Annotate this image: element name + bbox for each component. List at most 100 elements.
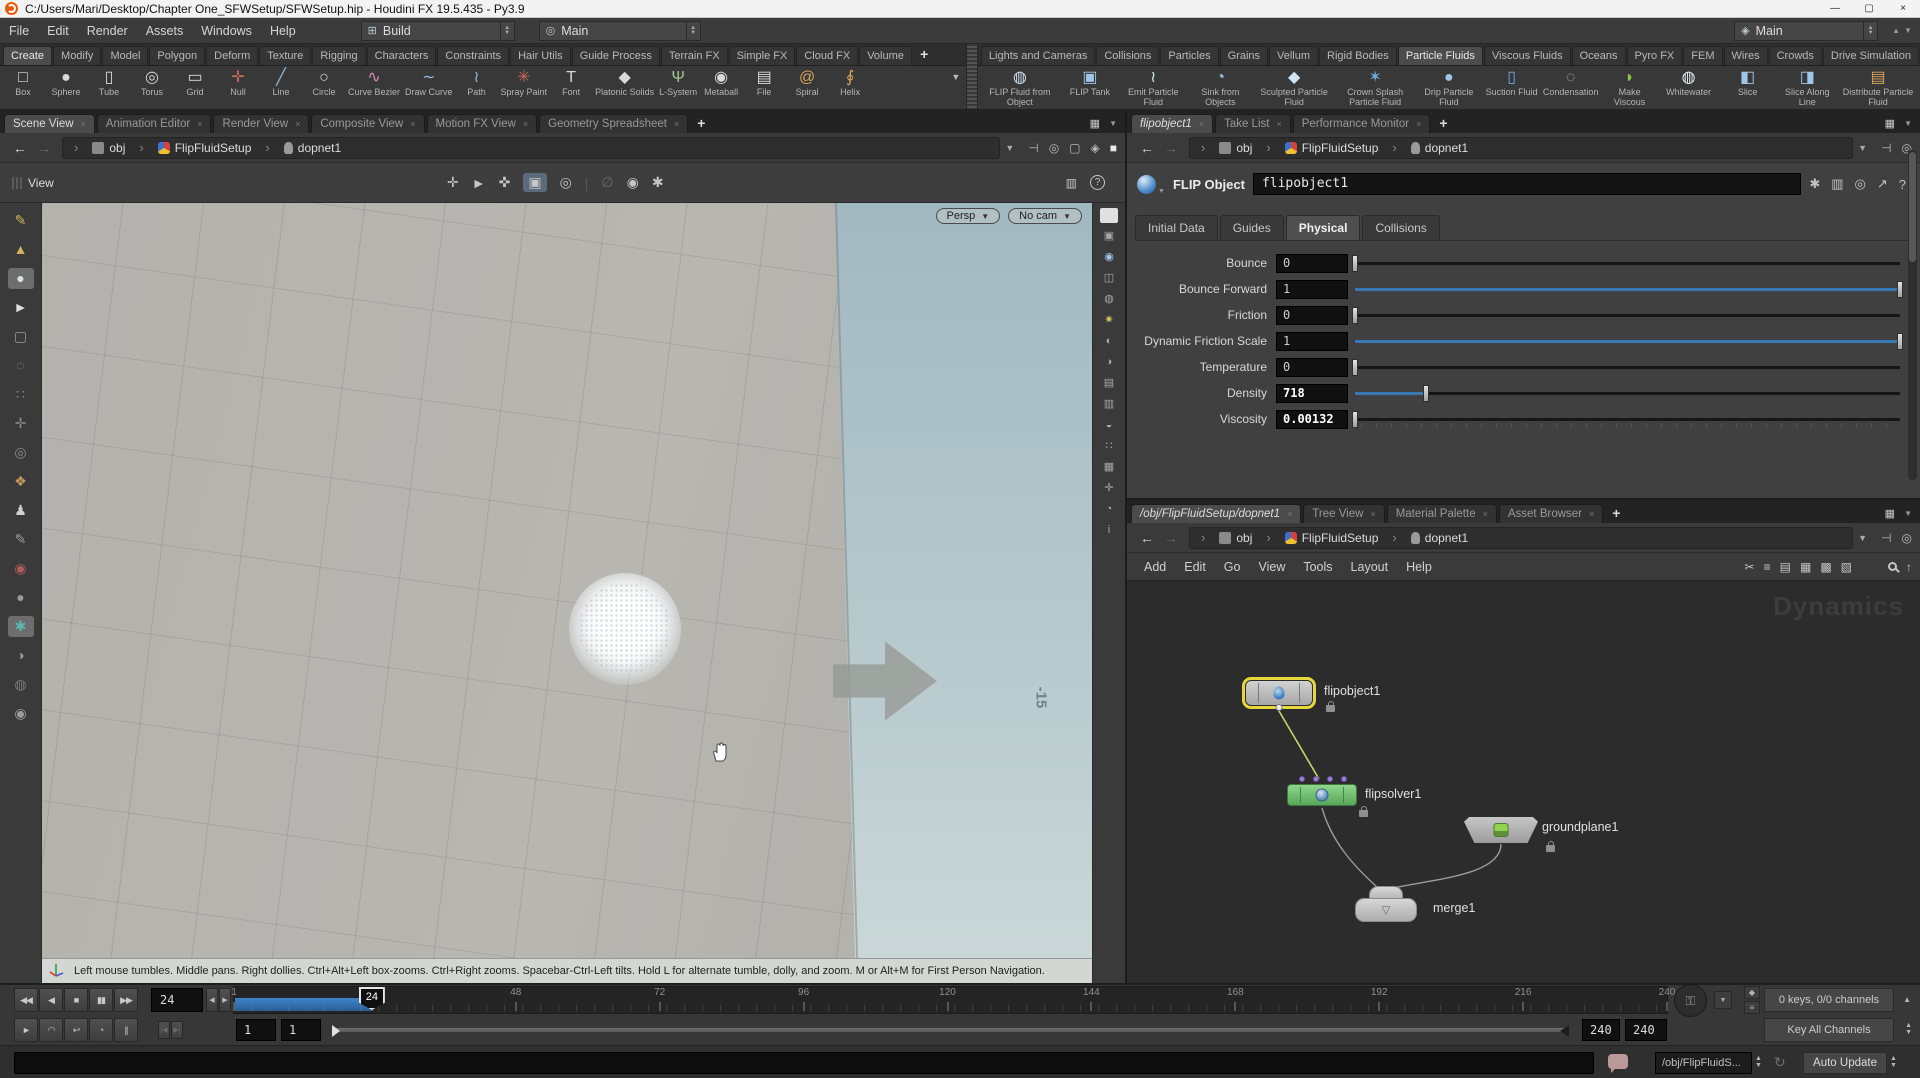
clipboard-icon[interactable]: ▧	[1841, 560, 1852, 573]
auto-key-icon[interactable]: ◆	[1744, 986, 1760, 999]
pane-layout-icon[interactable]: ▦	[1090, 117, 1100, 130]
shelf-tab[interactable]: Volume	[859, 46, 912, 65]
close-tab-icon[interactable]	[197, 119, 202, 129]
slider-handle[interactable]	[1897, 281, 1903, 298]
shelf-tab[interactable]: Model	[102, 46, 148, 65]
menu-item[interactable]: Assets	[137, 24, 193, 38]
shelf-divider-handle[interactable]	[966, 44, 978, 109]
search-params-icon[interactable]: ◎	[1855, 176, 1866, 192]
tick-display-icon[interactable]: ||	[114, 1018, 138, 1042]
set-key-button[interactable]: ⚿	[1674, 984, 1707, 1017]
lightbulb-icon[interactable]: ✷	[1100, 313, 1118, 328]
tool-font[interactable]: T Font	[550, 67, 592, 108]
shelf-tab[interactable]: Texture	[259, 46, 311, 65]
network-node-flipsolver1[interactable]: flipsolver1	[1287, 784, 1357, 806]
pane-tab[interactable]: Take List	[1215, 114, 1291, 133]
node-label[interactable]: merge1	[1433, 901, 1475, 915]
fluid-brush-tool-icon[interactable]: ●	[8, 268, 34, 289]
tool-make-viscous[interactable]: ◗ Make Viscous	[1601, 67, 1659, 108]
param-value-field[interactable]: 718	[1276, 384, 1348, 403]
snap-options-icon[interactable]: ▣	[523, 173, 546, 192]
param-value-field[interactable]: 0.00132	[1276, 410, 1348, 429]
hand-tool-icon[interactable]: ❖	[8, 471, 34, 492]
pane-menu-arrow[interactable]: ▼	[1904, 119, 1912, 128]
close-tab-icon[interactable]	[1287, 509, 1292, 519]
menu-item[interactable]: Edit	[38, 24, 78, 38]
prev-key-button[interactable]: |◀	[158, 1021, 170, 1039]
playback-range-slider[interactable]	[332, 1027, 1568, 1033]
shelf-tab[interactable]: Vellum	[1269, 46, 1318, 65]
thumbnail-view-icon[interactable]: ▩	[1820, 560, 1831, 573]
tool-spiral[interactable]: @ Spiral	[786, 67, 828, 108]
jump-up-icon[interactable]: ↑	[1906, 560, 1912, 574]
add-pane-tab-button[interactable]: +	[690, 115, 712, 133]
particle-fluid-sphere[interactable]	[569, 573, 681, 685]
shelf-tab[interactable]: Wires	[1724, 46, 1768, 65]
pause-button[interactable]: ▮▮	[89, 988, 113, 1012]
close-tab-icon[interactable]	[523, 119, 528, 129]
folder-tab[interactable]: Initial Data	[1135, 215, 1218, 240]
path-dropdown-arrow[interactable]: ▼	[1853, 143, 1872, 153]
jump-node-icon[interactable]: ↗	[1877, 176, 1888, 192]
shelf-tab[interactable]: Create	[3, 46, 52, 65]
move-tool-icon[interactable]: ✛	[8, 413, 34, 434]
pin-pane-icon[interactable]: ⊣	[1028, 141, 1038, 155]
param-value-field[interactable]: 0	[1276, 306, 1348, 325]
forward-arrow[interactable]: →	[1159, 140, 1183, 156]
lock-camera-icon[interactable]: ◫	[1100, 271, 1118, 286]
slider-handle[interactable]	[1352, 359, 1358, 376]
breadcrumb-item[interactable]: FlipFluidSetup	[1259, 530, 1385, 545]
sphere-tool-icon[interactable]: ●	[8, 587, 34, 608]
dark-sphere-tool-icon[interactable]: ◍	[8, 674, 34, 695]
tool-sphere[interactable]: ● Sphere	[45, 67, 87, 108]
param-slider[interactable]	[1355, 332, 1900, 351]
param-slider[interactable]	[1355, 254, 1900, 273]
pane-tab[interactable]: /obj/FlipFluidSetup/dopnet1	[1131, 504, 1301, 523]
view-tool-icon[interactable]: ✛	[447, 174, 459, 191]
viewport-info-icon[interactable]: i	[1100, 523, 1118, 538]
tool-emit-particle-fluid[interactable]: ≀ Emit Particle Fluid	[1120, 67, 1187, 108]
tool-drip-particle-fluid[interactable]: ● Drip Particle Fluid	[1416, 67, 1481, 108]
scoped-channels-icon[interactable]: ≡	[1744, 1001, 1760, 1014]
frame-step-back-button[interactable]: ◀	[206, 988, 218, 1012]
shelf-tab[interactable]: Drive Simulation	[1823, 46, 1919, 65]
audio-options-icon[interactable]: ◠	[39, 1018, 63, 1042]
node-label[interactable]: flipsolver1	[1365, 787, 1421, 801]
radial-menu-icon[interactable]: ◎	[1902, 531, 1912, 545]
tool-file[interactable]: ▤ File	[743, 67, 785, 108]
close-tab-icon[interactable]	[295, 119, 300, 129]
character-tool-icon[interactable]: ♟	[8, 500, 34, 521]
tool-platonic-solids[interactable]: ◆ Platonic Solids	[593, 67, 656, 108]
playback-end-field[interactable]: 240	[1582, 1019, 1620, 1041]
range-start-field[interactable]: 1	[236, 1019, 276, 1041]
terrain-tool-icon[interactable]: ▲	[8, 239, 34, 260]
select-tool-icon[interactable]: ►	[472, 175, 486, 191]
stop-button[interactable]: ■	[64, 988, 88, 1012]
xray-icon[interactable]: ◍	[1100, 292, 1118, 307]
shelf-tab[interactable]: Terrain FX	[661, 46, 728, 65]
pane-tab[interactable]: Asset Browser	[1499, 504, 1603, 523]
tool-sculpted-particle-fluid[interactable]: ◆ Sculpted Particle Fluid	[1254, 67, 1334, 108]
tool-null[interactable]: ✛ Null	[217, 67, 259, 108]
breadcrumb-item[interactable]: obj	[1194, 530, 1259, 545]
param-slider[interactable]	[1355, 410, 1900, 429]
folder-tab[interactable]: Guides	[1220, 215, 1284, 240]
tool-l-system[interactable]: Ψ L-System	[657, 67, 699, 108]
tool-spray-paint[interactable]: ✳ Spray Paint	[499, 67, 550, 108]
tool-path[interactable]: ≀ Path	[456, 67, 498, 108]
brush-select-tool-icon[interactable]: ∷	[8, 384, 34, 405]
pane-tab[interactable]: Render View	[213, 114, 309, 133]
network-menu-item[interactable]: Help	[1397, 560, 1441, 574]
tool-circle[interactable]: ○ Circle	[303, 67, 345, 108]
shelf-tab[interactable]: Viscous Fluids	[1484, 46, 1571, 65]
breadcrumb-item[interactable]: dopnet1	[258, 140, 348, 155]
pane-tab[interactable]: Tree View	[1303, 504, 1384, 523]
jump-to-start-button[interactable]: ◀◀	[14, 988, 38, 1012]
close-tab-icon[interactable]	[81, 119, 86, 129]
pane-tab[interactable]: Composite View	[311, 114, 424, 133]
timeline-ruler[interactable]: 1 48 72 96 120	[233, 986, 1668, 1014]
presets-icon[interactable]: ▥	[1831, 176, 1843, 192]
pen-tool-icon[interactable]: ✎	[8, 529, 34, 550]
message-log-icon[interactable]	[1608, 1054, 1628, 1069]
close-button[interactable]: ×	[1886, 0, 1920, 17]
